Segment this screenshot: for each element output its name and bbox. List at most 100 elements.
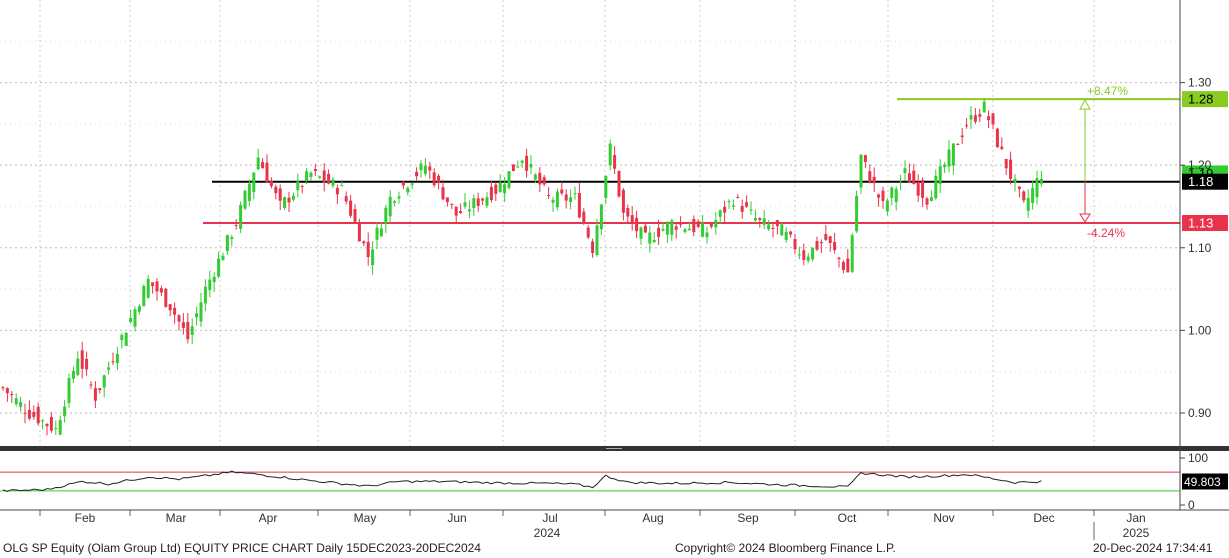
candle-up (890, 187, 894, 198)
range-annotations: +8.47% -4.24% (1079, 84, 1128, 240)
candle-down (344, 196, 348, 202)
candle-down (476, 198, 480, 206)
upside-arrowhead (1079, 99, 1091, 110)
candle-up (142, 285, 146, 307)
price-tick-label: 1.30 (1188, 76, 1212, 90)
candle-down (793, 239, 797, 250)
candle-up (331, 179, 335, 186)
candle-up (661, 228, 665, 231)
rsi-series: 49.803 (2, 470, 1228, 493)
candle-up (639, 227, 643, 239)
candle-up (388, 196, 392, 217)
candle-down (362, 241, 366, 244)
candle-down (564, 194, 568, 201)
candle-up (797, 254, 801, 256)
candle-down (846, 258, 850, 273)
candle-up (472, 198, 476, 209)
candle-up (230, 237, 234, 240)
month-tick-label: Aug (642, 511, 663, 525)
candle-down (538, 172, 542, 185)
candle-down (111, 361, 115, 363)
candle-up (947, 149, 951, 167)
candle-up (938, 166, 942, 185)
candle-down (745, 202, 749, 207)
resistance-level-value: 1.28 (1188, 92, 1213, 107)
candle-down (591, 241, 595, 254)
candle-down (1004, 158, 1008, 169)
month-tick-label: Oct (838, 511, 857, 525)
rsi-grid (0, 471, 1180, 492)
candle-down (335, 187, 339, 195)
candle-up (731, 205, 735, 207)
candle-down (709, 223, 713, 227)
candle-up (58, 420, 62, 435)
candle-down (287, 197, 291, 203)
candle-down (481, 198, 485, 201)
copyright: Copyright© 2024 Bloomberg Finance L.P. (675, 541, 896, 555)
candle-down (494, 184, 498, 194)
candle-up (727, 201, 731, 203)
candle-down (454, 206, 458, 216)
candle-down (613, 155, 617, 169)
candle-down (32, 412, 36, 417)
price-tick-label: 1.00 (1188, 323, 1212, 337)
candle-up (784, 231, 788, 240)
candle-up (467, 209, 471, 212)
candle-up (296, 181, 300, 191)
candle-up (749, 209, 753, 211)
candle-up (115, 353, 119, 364)
month-tick-label: Feb (75, 511, 96, 525)
candle-down (366, 241, 370, 258)
candle-up (379, 228, 383, 237)
candle-up (318, 176, 322, 178)
candle-up (217, 258, 221, 277)
candle-up (71, 370, 75, 379)
candle-up (982, 101, 986, 113)
candle-down (863, 155, 867, 162)
candle-up (423, 165, 427, 174)
candle-down (679, 223, 683, 225)
candle-down (234, 225, 238, 227)
candle-down (921, 179, 925, 198)
year-label: 2024 (534, 526, 561, 540)
candle-up (1026, 198, 1030, 211)
candle-up (885, 200, 889, 212)
candle-up (573, 193, 577, 195)
candle-down (278, 188, 282, 201)
candle-down (428, 166, 432, 171)
candle-up (951, 143, 955, 166)
candle-up (855, 195, 859, 232)
candle-up (665, 222, 669, 235)
candle-down (617, 171, 621, 197)
candle-down (1000, 146, 1004, 149)
level-lines: 1.191.281.131.18 (203, 91, 1228, 231)
candle-up (969, 115, 973, 120)
candle-up (1031, 188, 1035, 204)
candle-up (929, 197, 933, 202)
candle-up (410, 183, 414, 185)
downside-percent-label: -4.24% (1087, 226, 1125, 240)
candle-down (1009, 159, 1013, 179)
candle-down (1017, 186, 1021, 190)
candle-up (595, 225, 599, 255)
candle-up (190, 326, 194, 335)
month-tick-label: Dec (1033, 511, 1054, 525)
candle-up (199, 302, 203, 322)
candle-down (547, 195, 551, 197)
candle-down (459, 211, 463, 214)
candle-down (93, 388, 97, 401)
candle-down (49, 416, 53, 431)
candle-up (850, 235, 854, 272)
candle-down (881, 190, 885, 201)
candle-down (925, 198, 929, 205)
candle-down (630, 215, 634, 224)
month-tick-label: Apr (259, 511, 278, 525)
candle-down (586, 227, 590, 238)
candle-up (340, 185, 344, 187)
candle-down (445, 197, 449, 203)
candle-up (221, 255, 225, 261)
candle-down (740, 206, 744, 212)
candle-down (643, 225, 647, 233)
candle-up (899, 180, 903, 182)
candle-up (551, 199, 555, 203)
